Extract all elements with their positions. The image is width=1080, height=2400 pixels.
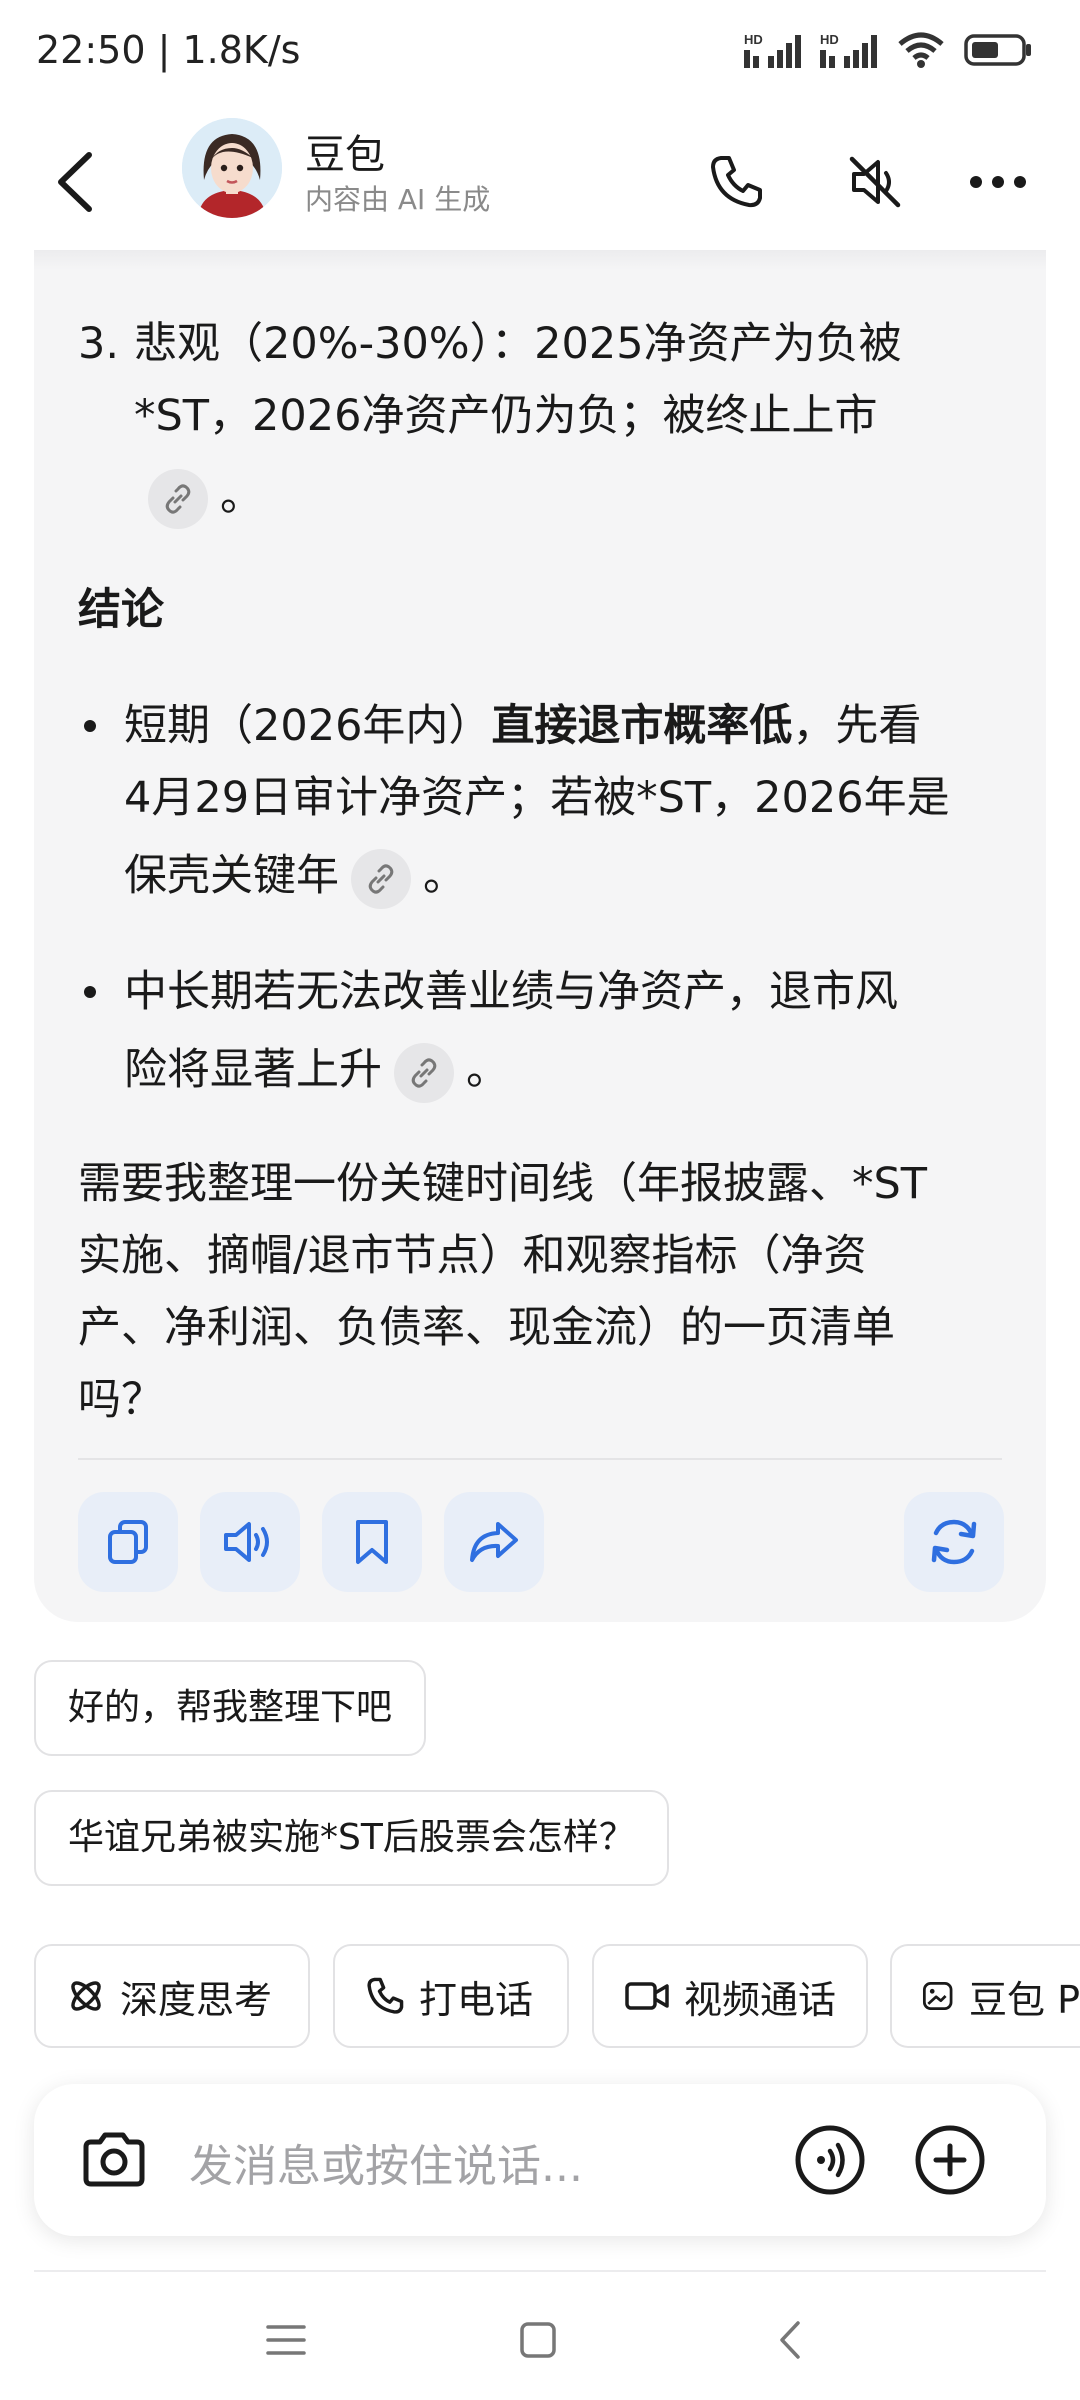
- phone-icon: [711, 156, 762, 208]
- conclusion-heading: 结论: [78, 585, 164, 635]
- network-label-1: HD: [744, 32, 763, 47]
- bullet1-line2: 4月29日审计净资产；若被*ST，2026年是: [124, 773, 950, 823]
- sentence-end: 。: [466, 1045, 509, 1095]
- more-button[interactable]: [958, 142, 1038, 222]
- message-input-bar: 发消息或按住说话...: [34, 2084, 1046, 2236]
- back-button[interactable]: [40, 132, 110, 232]
- status-icons: HD HD: [744, 30, 1034, 70]
- sentence-end: 。: [220, 471, 263, 521]
- bullet-dot: [84, 720, 96, 732]
- share-button[interactable]: [444, 1492, 544, 1592]
- bot-message-card: [34, 250, 1046, 1622]
- voice-button[interactable]: [788, 2118, 872, 2202]
- system-nav-bar: [0, 2280, 1080, 2400]
- atom-icon: [71, 1981, 101, 2011]
- phone-call-button[interactable]: 打电话: [333, 1944, 569, 2048]
- camera-icon: [83, 2132, 145, 2187]
- network-label-2: HD: [820, 32, 839, 47]
- bullet1-text-c: ，先看: [792, 701, 922, 751]
- followup-line1: 需要我整理一份关键时间线（年报披露、*ST: [78, 1159, 928, 1209]
- followup-line4: 吗？: [78, 1375, 164, 1425]
- link-icon: [368, 863, 394, 894]
- copy-icon: [108, 1520, 148, 1564]
- tool-label: 深度思考: [120, 1977, 273, 2022]
- suggestion-chip[interactable]: 华谊兄弟被实施*ST后股票会怎样？: [34, 1790, 669, 1886]
- status-bar: 22:50 | 1.8K/s HD HD: [0, 0, 1080, 110]
- pessimistic-scenario-line2: *ST，2026净资产仍为负；被终止上市: [134, 391, 878, 441]
- chat-header: 豆包 内容由 AI 生成: [0, 112, 1080, 252]
- phone-icon: [367, 1977, 404, 2014]
- status-time: 22:50 | 1.8K/s: [36, 28, 301, 72]
- menu-icon: [266, 2325, 306, 2355]
- bullet1-line3: 保壳关键年 。: [124, 840, 466, 912]
- bot-name: 豆包: [305, 132, 385, 178]
- image-edit-icon: [922, 1982, 953, 2010]
- pessimistic-scenario-line1: 悲观（20%-30%）：2025净资产为负被: [134, 319, 902, 369]
- signal-icon: HD: [744, 32, 801, 68]
- divider: [78, 1458, 1002, 1460]
- followup-line3: 产、净利润、负债率、现金流）的一页清单: [78, 1303, 895, 1353]
- bullet1-text-a: 短期（2026年内）: [124, 701, 492, 751]
- mute-button[interactable]: [835, 142, 915, 222]
- tool-label: 视频通话: [684, 1977, 837, 2022]
- link-icon: [165, 483, 191, 514]
- citation-link[interactable]: [148, 468, 208, 529]
- bookmark-button[interactable]: [322, 1492, 422, 1592]
- bullet-dot: [84, 986, 96, 998]
- followup-line2: 实施、摘帽/退市节点）和观察指标（净资: [78, 1231, 867, 1281]
- avatar-image: [182, 118, 282, 218]
- back-nav-icon: [780, 2321, 800, 2359]
- bullet1-bold: 直接退市概率低: [491, 701, 793, 751]
- plus-icon: [915, 2125, 985, 2195]
- add-button[interactable]: [908, 2118, 992, 2202]
- bullet2-line1: 中长期若无法改善业绩与净资产，退市风: [124, 967, 898, 1017]
- back-icon: [58, 152, 92, 212]
- call-button[interactable]: [696, 142, 776, 222]
- more-icon: [970, 176, 1026, 188]
- regenerate-icon: [931, 1519, 977, 1565]
- tool-label: 打电话: [419, 1977, 534, 2022]
- wifi-icon: [898, 32, 944, 68]
- bullet1-text-end: 保壳关键年: [124, 851, 339, 901]
- link-icon: [411, 1057, 437, 1088]
- nav-back-button[interactable]: [750, 2300, 830, 2380]
- speaker-muted-icon: [849, 156, 901, 208]
- message-input[interactable]: 发消息或按住说话...: [189, 2130, 583, 2194]
- citation-row: 。: [148, 460, 263, 532]
- home-icon: [520, 2322, 556, 2358]
- speaker-icon: [224, 1522, 269, 1562]
- regenerate-button[interactable]: [904, 1492, 1004, 1592]
- scroll-fade: [34, 250, 1046, 270]
- doubao-p-button[interactable]: 豆包 P: [890, 1944, 1080, 2048]
- suggestion-chip[interactable]: 好的，帮我整理下吧: [34, 1660, 427, 1756]
- divider: [34, 2270, 1046, 2272]
- ai-disclaimer: 内容由 AI 生成: [305, 183, 491, 216]
- video-icon: [625, 1982, 669, 2010]
- bookmark-icon: [356, 1520, 388, 1564]
- bullet2-text-end: 险将显著上升: [124, 1045, 382, 1095]
- list-number: 3.: [78, 319, 120, 369]
- battery-icon: [964, 34, 1031, 66]
- copy-button[interactable]: [78, 1492, 178, 1592]
- camera-button[interactable]: [74, 2120, 154, 2200]
- bullet1-line1: 短期（2026年内）直接退市概率低，先看: [124, 690, 921, 762]
- voice-icon: [795, 2125, 865, 2195]
- read-aloud-button[interactable]: [200, 1492, 300, 1592]
- deep-thinking-button[interactable]: 深度思考: [34, 1944, 310, 2048]
- signal-icon-2: HD: [820, 32, 877, 68]
- bullet2-line2: 险将显著上升 。: [124, 1034, 509, 1106]
- menu-button[interactable]: [246, 2300, 326, 2380]
- tool-label: 豆包 P: [969, 1977, 1080, 2022]
- avatar[interactable]: [182, 118, 282, 218]
- citation-link[interactable]: [351, 848, 411, 909]
- citation-link[interactable]: [394, 1042, 454, 1103]
- sentence-end: 。: [423, 851, 466, 901]
- share-icon: [470, 1522, 518, 1562]
- home-button[interactable]: [498, 2300, 578, 2380]
- video-call-button[interactable]: 视频通话: [592, 1944, 868, 2048]
